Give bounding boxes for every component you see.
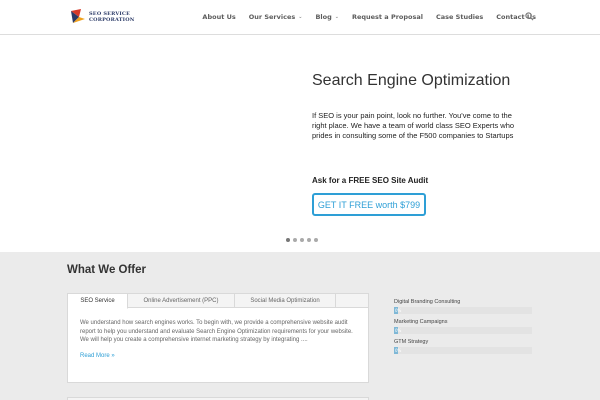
slider-dot[interactable] bbox=[293, 238, 297, 242]
skill-bar-item: Digital Branding Consulting 0% bbox=[394, 299, 532, 314]
logo-icon bbox=[71, 9, 85, 23]
skill-bar-label: Digital Branding Consulting bbox=[394, 299, 461, 305]
logo-line-2: CORPORATION bbox=[89, 17, 135, 23]
progress-bar: 0% bbox=[394, 347, 532, 354]
hero-description: If SEO is your pain point, look no furth… bbox=[312, 111, 515, 140]
slider-dots bbox=[286, 238, 321, 242]
slider-dot[interactable] bbox=[314, 238, 318, 242]
tab-panel-text: We understand how search engines works. … bbox=[80, 320, 353, 343]
slider-dot[interactable] bbox=[300, 238, 304, 242]
nav-our-services[interactable]: Our Services ⌄ bbox=[249, 13, 303, 21]
slider-dot[interactable] bbox=[286, 238, 290, 242]
nav-about-us[interactable]: About Us bbox=[202, 13, 235, 21]
chevron-down-icon: ⌄ bbox=[334, 14, 339, 20]
skill-bars: Digital Branding Consulting 0% Marketing… bbox=[394, 299, 532, 359]
what-we-offer-heading: What We Offer bbox=[67, 264, 147, 276]
hero-cta-label: Ask for a FREE SEO Site Audit bbox=[312, 176, 429, 185]
skill-bar-label: GTM Strategy bbox=[394, 339, 429, 345]
nav-request-proposal[interactable]: Request a Proposal bbox=[352, 13, 423, 21]
tab-bar: SEO Service Online Advertisement (PPC) S… bbox=[68, 294, 368, 309]
hero-slider: Search Engine Optimization If SEO is you… bbox=[0, 35, 600, 252]
nav-blog[interactable]: Blog ⌄ bbox=[315, 13, 339, 21]
skill-bar-item: Marketing Campaigns 0% bbox=[394, 319, 532, 334]
read-more-link[interactable]: Read More » bbox=[80, 352, 356, 361]
skill-bar-item: GTM Strategy 0% bbox=[394, 339, 532, 354]
skill-bar-label: Marketing Campaigns bbox=[394, 319, 448, 325]
progress-bar: 0% bbox=[394, 307, 532, 314]
site-header: SEO SERVICE CORPORATION About Us Our Ser… bbox=[0, 0, 600, 34]
chevron-down-icon: ⌄ bbox=[298, 14, 303, 20]
slider-dot[interactable] bbox=[307, 238, 311, 242]
site-logo[interactable]: SEO SERVICE CORPORATION bbox=[69, 7, 135, 27]
services-tabs: SEO Service Online Advertisement (PPC) S… bbox=[67, 293, 369, 383]
tab-social-media-optimization[interactable]: Social Media Optimization bbox=[235, 294, 336, 308]
search-icon[interactable] bbox=[525, 12, 534, 21]
hero-title: Search Engine Optimization bbox=[312, 72, 511, 89]
progress-percent: 0% bbox=[395, 308, 402, 313]
main-nav: About Us Our Services ⌄ Blog ⌄ Request a P… bbox=[189, 0, 536, 34]
tab-online-advertisement[interactable]: Online Advertisement (PPC) bbox=[128, 294, 235, 308]
get-it-free-button[interactable]: GET IT FREE worth $799 bbox=[312, 193, 426, 216]
nav-case-studies[interactable]: Case Studies bbox=[436, 13, 483, 21]
tab-seo-service[interactable]: SEO Service bbox=[68, 294, 128, 309]
progress-bar: 0% bbox=[394, 327, 532, 334]
progress-percent: 0% bbox=[395, 348, 402, 353]
tab-panel: We understand how search engines works. … bbox=[68, 308, 368, 360]
progress-percent: 0% bbox=[395, 328, 402, 333]
